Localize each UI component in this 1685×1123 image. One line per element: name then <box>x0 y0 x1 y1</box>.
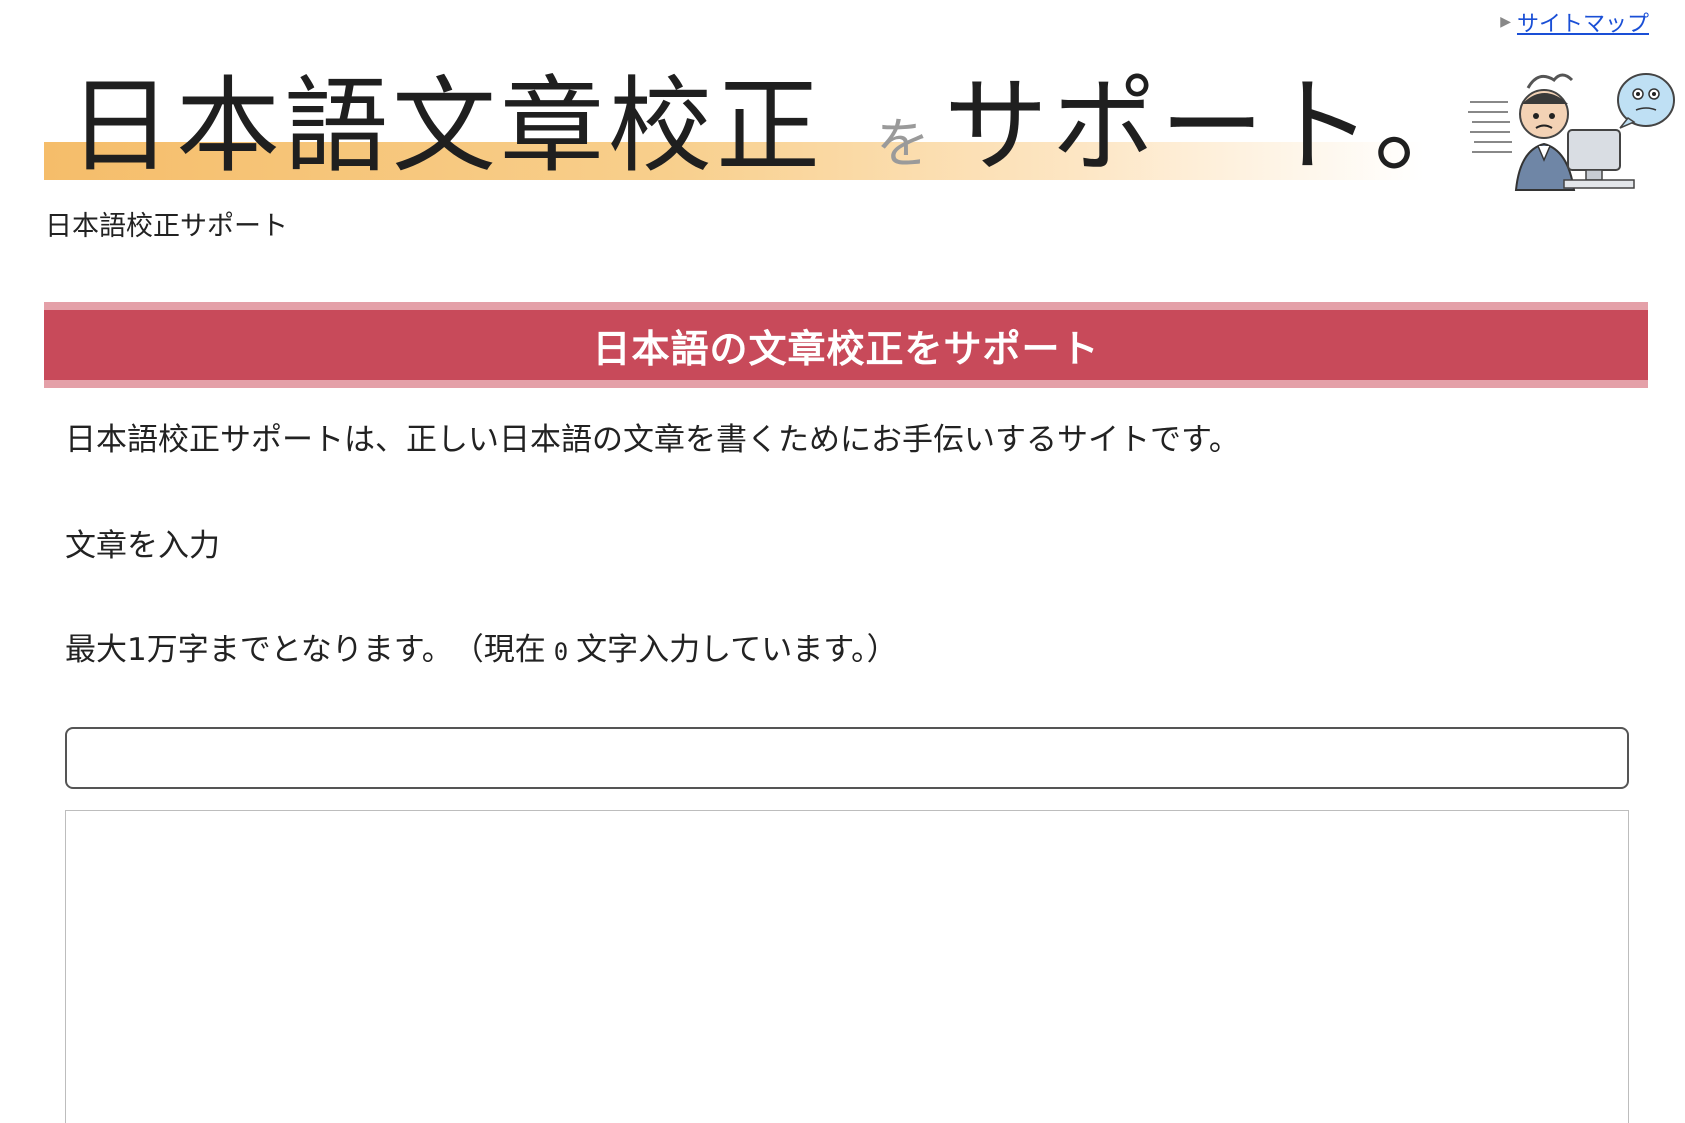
site-banner[interactable]: 日本語文章校正 を サポート。 <box>44 65 1644 195</box>
title-input[interactable] <box>65 727 1629 789</box>
text-input-area[interactable] <box>65 810 1629 1123</box>
char-limit-suffix: 文字入力しています。） <box>576 632 898 668</box>
char-limit-prefix: 最大1万字までとなります。 （現在 <box>65 632 546 668</box>
page-heading: 日本語の文章校正をサポート <box>592 326 1100 371</box>
triangle-right-icon: ▶ <box>1500 14 1511 30</box>
banner-title-part2: サポート。 <box>944 65 1482 187</box>
top-nav: ▶ サイトマップ <box>1500 6 1649 38</box>
site-name: 日本語校正サポート <box>45 211 288 242</box>
banner-title-particle: を <box>876 112 930 175</box>
input-label: 文章を入力 <box>65 528 220 564</box>
char-limit-text: 最大1万字までとなります。 （現在 0 文字入力しています。） <box>65 624 898 669</box>
intro-text: 日本語校正サポートは、正しい日本語の文章を書くためにお手伝いするサイトです。 <box>65 422 1240 458</box>
worried-man-at-computer-illustration <box>1468 73 1675 191</box>
sitemap-link[interactable]: サイトマップ <box>1517 6 1649 38</box>
banner-title-part1: 日本語文章校正 <box>68 65 825 187</box>
page: ▶ サイトマップ 日本語文章校正 を サポート。 日本語校正サポート 日本語の文… <box>0 0 1685 1123</box>
char-count: 0 <box>553 638 569 666</box>
page-heading-bar: 日本語の文章校正をサポート <box>44 302 1648 388</box>
